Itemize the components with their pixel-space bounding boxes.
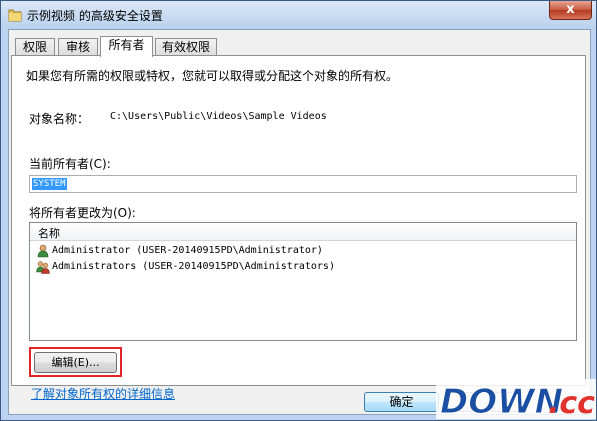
tab-owner[interactable]: 所有者: [100, 36, 153, 57]
list-item-label: Administrator (USER-20140915PD\Administr…: [52, 245, 323, 256]
watermark-logo: DOWN .cc: [436, 379, 596, 420]
folder-icon: [8, 9, 22, 22]
dialog-window: 示例视频 的高级安全设置 x 权限 审核 所有者 有效权限 如果您有所需的权限或…: [0, 0, 597, 421]
current-owner-label: 当前所有者(C):: [29, 157, 111, 171]
list-item[interactable]: Administrator (USER-20140915PD\Administr…: [34, 243, 564, 259]
object-name-value: C:\Users\Public\Videos\Sample Videos: [110, 111, 327, 122]
owner-list[interactable]: 名称 Administrator (USER-20140915PD\Admini…: [29, 222, 577, 341]
user-group-icon: [36, 261, 50, 274]
svg-text:DOWN: DOWN: [440, 382, 563, 420]
title-bar[interactable]: 示例视频 的高级安全设置 x: [1, 1, 596, 29]
list-header-label: 名称: [38, 227, 60, 240]
current-owner-field[interactable]: SYSTEM: [29, 175, 577, 193]
tab-effective-permissions[interactable]: 有效权限: [155, 38, 217, 56]
window-title: 示例视频 的高级安全设置: [27, 9, 163, 23]
owner-panel: 如果您有所需的权限或特权，您就可以取得或分配这个对象的所有权。 对象名称： C:…: [11, 55, 586, 401]
tab-auditing[interactable]: 审核: [58, 38, 98, 56]
current-owner-value: SYSTEM: [32, 178, 67, 190]
tab-permissions[interactable]: 权限: [15, 38, 55, 56]
close-button[interactable]: x: [549, 1, 592, 20]
dialog-body: 权限 审核 所有者 有效权限 如果您有所需的权限或特权，您就可以取得或分配这个对…: [8, 29, 591, 415]
learn-more-link[interactable]: 了解对象所有权的详细信息: [31, 385, 175, 402]
edit-button[interactable]: 编辑(E)...: [34, 352, 117, 373]
change-owner-label: 将所有者更改为(O):: [29, 206, 136, 220]
object-name-label: 对象名称：: [29, 112, 90, 126]
intro-text: 如果您有所需的权限或特权，您就可以取得或分配这个对象的所有权。: [26, 69, 399, 83]
user-icon: [37, 244, 49, 258]
list-item-label: Administrators (USER-20140915PD\Administ…: [52, 261, 335, 272]
list-header-name[interactable]: 名称: [30, 223, 576, 241]
svg-text:.cc: .cc: [548, 386, 595, 420]
ok-button[interactable]: 确定: [364, 392, 439, 412]
list-item[interactable]: Administrators (USER-20140915PD\Administ…: [34, 259, 564, 275]
